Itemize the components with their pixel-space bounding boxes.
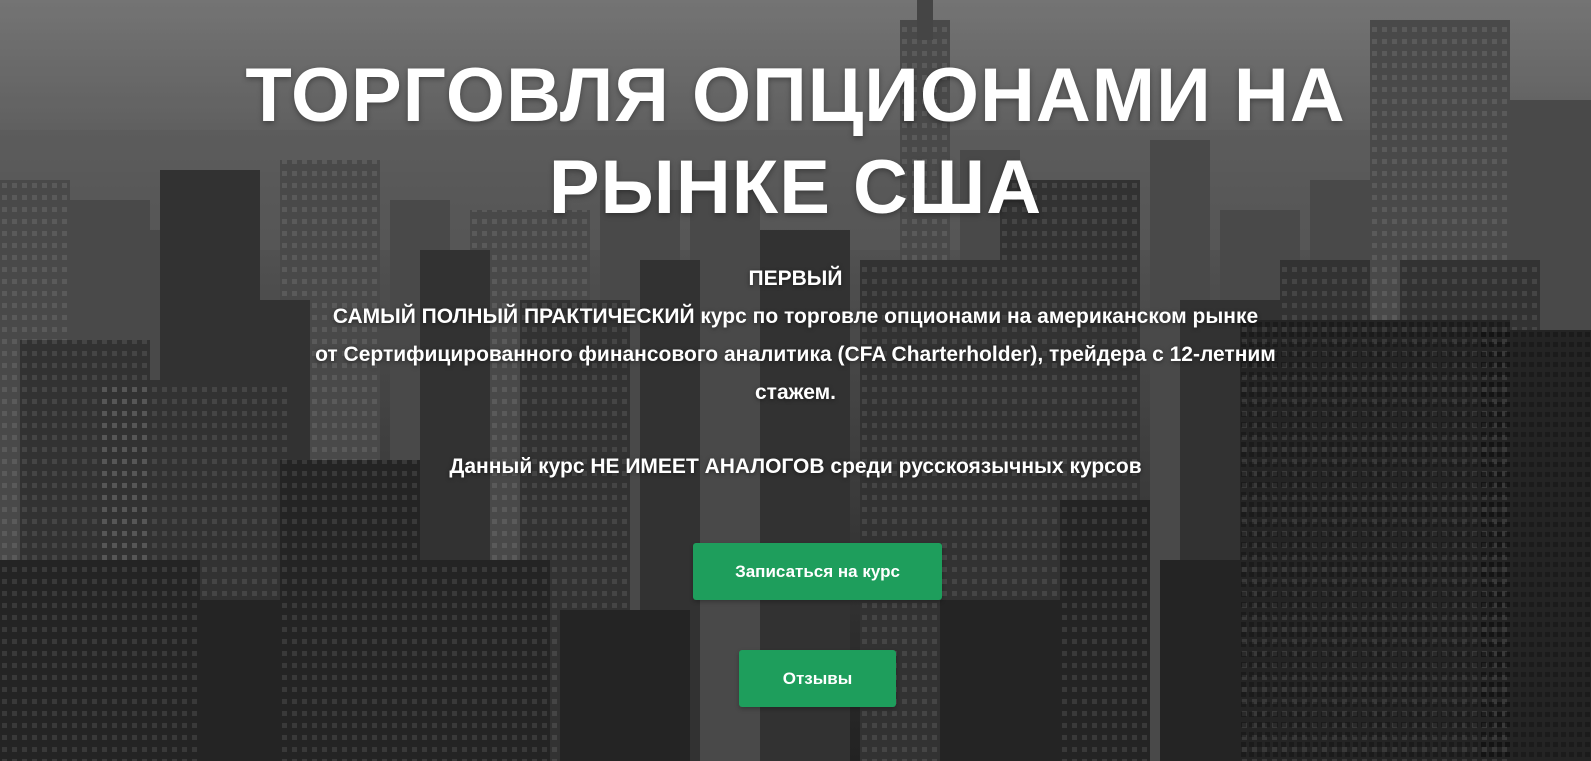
title-line-2: РЫНКЕ США	[548, 145, 1043, 230]
desc-line-2: САМЫЙ ПОЛНЫЙ ПРАКТИЧЕСКИЙ курс по торгов…	[332, 305, 1259, 328]
desc-line-4: стажем.	[754, 381, 837, 404]
desc-line-1: ПЕРВЫЙ	[748, 267, 843, 290]
course-description: ПЕРВЫЙ САМЫЙ ПОЛНЫЙ ПРАКТИЧЕСКИЙ курс по…	[236, 260, 1356, 412]
enroll-button-label: Записаться на курс	[735, 561, 900, 581]
title-line-1: ТОРГОВЛЯ ОПЦИОНАМИ НА	[245, 53, 1346, 138]
tagline: Данный курс НЕ ИМЕЕТ АНАЛОГОВ среди русс…	[449, 455, 1142, 478]
reviews-button[interactable]: Отзывы	[739, 650, 896, 707]
desc-line-3: от Сертифицированного финансового аналит…	[315, 343, 1276, 366]
hero-content: ТОРГОВЛЯ ОПЦИОНАМИ НА РЫНКЕ США ПЕРВЫЙ С…	[0, 0, 1591, 761]
reviews-button-label: Отзывы	[782, 668, 853, 688]
enroll-button[interactable]: Записаться на курс	[693, 543, 942, 600]
hero-section: ТОРГОВЛЯ ОПЦИОНАМИ НА РЫНКЕ США ПЕРВЫЙ С…	[0, 0, 1591, 761]
page-title: ТОРГОВЛЯ ОПЦИОНАМИ НА РЫНКЕ США	[221, 50, 1371, 234]
